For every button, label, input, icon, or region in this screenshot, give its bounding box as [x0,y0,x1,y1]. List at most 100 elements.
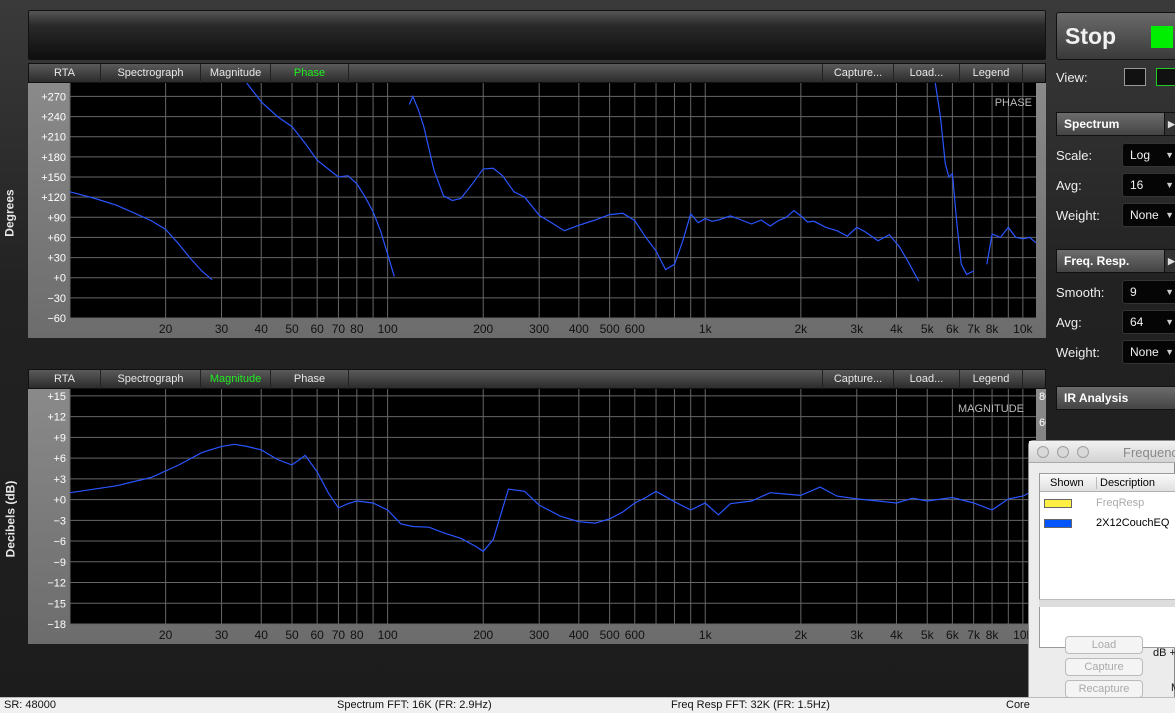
capture-button[interactable]: Capture... [822,64,894,83]
plot-area [70,83,1036,318]
y-tick-label: −3 [53,515,66,527]
x-tick-label: 70 [332,628,346,642]
x-tick-label: 200 [473,628,493,642]
x-tick-label: 8k [986,628,1000,642]
tab-magnitude[interactable]: Magnitude [201,370,271,389]
freq-resp-header-label: Freq. Resp. [1064,254,1130,268]
phase-plot-frame: −60 −30 +0 +30 +60 +90 +120 +150 +180 +210 +240 +27… [28,83,1046,338]
close-icon[interactable] [1037,446,1049,458]
m-label: M [1171,682,1175,694]
x-tick-label: 200 [473,322,493,336]
status-bar: SR: 48000 Spectrum FFT: 16K (FR: 2.9Hz) … [0,697,1175,713]
series-color-swatch[interactable] [1044,499,1072,508]
series-color-swatch[interactable] [1044,519,1072,528]
avg-label: Avg: [1056,178,1082,193]
legend-row[interactable]: FreqResp [1040,494,1175,514]
chart-corner-label: MAGNITUDE [958,403,1024,415]
load-button[interactable]: Load... [894,64,960,83]
core-info: Core [1006,699,1030,711]
y-tick-label: +240 [41,112,66,124]
smooth-label: Smooth: [1056,285,1105,300]
legend-button[interactable]: Legend [960,370,1023,389]
freq-resp-avg-select[interactable]: 64 ▼ [1122,310,1175,334]
column-description[interactable]: Description [1096,477,1155,489]
zoom-icon[interactable] [1077,446,1089,458]
y-tick-label: +120 [41,192,66,204]
legend-table-header: Shown Description [1040,474,1175,492]
tab-rta[interactable]: RTA [29,64,101,83]
load-legend-button[interactable]: Load [1065,636,1143,654]
expand-arrow-icon[interactable]: ▶ [1164,250,1175,272]
smooth-value: 9 [1130,285,1137,299]
recapture-button[interactable]: Recapture [1065,680,1143,698]
app-window: RTA Spectrograph Magnitude Phase Capture… [0,0,1175,713]
scale-value: Log [1130,148,1151,162]
x-tick-label: 3k [850,628,864,642]
y-tick-label: +6 [53,453,66,465]
overview-strip[interactable] [28,10,1046,60]
x-tick-label: 2k [795,628,809,642]
x-tick-label: 500 [600,322,620,336]
tab-rta[interactable]: RTA [29,370,101,389]
x-tick-label: 6k [946,628,960,642]
y-tick-label: +90 [47,212,66,224]
legend-window-titlebar[interactable]: Frequenc [1029,441,1175,463]
ir-analysis-section-header[interactable]: IR Analysis [1056,386,1175,410]
x-tick-label: 80 [350,322,364,336]
legend-row[interactable]: 2X12CouchEQ [1040,514,1175,534]
y-tick-label: −9 [53,557,66,569]
x-tick-label: 5k [921,628,935,642]
freq-resp-section-header[interactable]: Freq. Resp. ▶ [1056,249,1175,273]
tab-phase[interactable]: Phase [271,64,349,83]
freq-resp-weight-select[interactable]: None ▼ [1122,340,1175,364]
legend-table: Shown Description FreqResp 2X12CouchEQ [1039,473,1175,648]
phase-tabbar: RTA Spectrograph Magnitude Phase Capture… [28,63,1046,83]
legend-button[interactable]: Legend [960,64,1023,83]
db-label: dB + [1153,647,1175,659]
chevron-down-icon: ▼ [1165,317,1174,327]
spectrum-weight-select[interactable]: None ▼ [1122,203,1175,227]
x-tick-label: 300 [529,322,549,336]
tab-phase[interactable]: Phase [271,370,349,389]
single-view-icon[interactable] [1124,68,1146,86]
stop-label: Stop [1065,23,1117,49]
tab-spectrograph[interactable]: Spectrograph [101,370,201,389]
x-tick-label: 6k [946,322,960,336]
y-tick-label: +0 [53,273,66,285]
x-tick-label: 500 [600,628,620,642]
magnitude-chart[interactable]: −18 −15 −12 −9 −6 −3 +0 +3 +6 +9 +12 +15 20 30 40 50 60 7… [28,389,1046,644]
capture-button[interactable]: Capture... [822,370,894,389]
expand-arrow-icon[interactable]: ▶ [1164,113,1175,135]
load-button[interactable]: Load... [894,370,960,389]
phase-ylabel: Degrees [2,189,17,237]
smooth-select[interactable]: 9 ▼ [1122,280,1175,304]
tab-spectrograph[interactable]: Spectrograph [101,64,201,83]
minimize-icon[interactable] [1057,446,1069,458]
y-tick-label: +30 [47,253,66,265]
ir-analysis-label: IR Analysis [1064,391,1129,405]
series-name: FreqResp [1096,497,1145,509]
spectrum-fft-info: Spectrum FFT: 16K (FR: 2.9Hz) [337,699,492,711]
chevron-down-icon: ▼ [1165,210,1174,220]
scale-select[interactable]: Log ▼ [1122,143,1175,167]
spectrum-section-header[interactable]: Spectrum ▶ [1056,112,1175,136]
stop-button[interactable]: Stop [1056,12,1175,60]
scale-label: Scale: [1056,148,1093,163]
split-view-icon[interactable] [1156,68,1175,86]
y-tick-label: −60 [47,313,66,325]
tab-magnitude[interactable]: Magnitude [201,64,271,83]
avg-label: Avg: [1056,315,1082,330]
capture-legend-button[interactable]: Capture [1065,658,1143,676]
x-tick-label: 30 [215,322,229,336]
x-tick-label: 80 [350,628,364,642]
chart-corner-label: PHASE [995,97,1032,109]
weight-label: Weight: [1056,208,1100,223]
horizontal-scrollbar[interactable] [1039,599,1175,607]
x-tick-label: 20 [159,322,173,336]
x-tick-label: 5k [921,322,935,336]
spectrum-avg-select[interactable]: 16 ▼ [1122,173,1175,197]
phase-chart[interactable]: −60 −30 +0 +30 +60 +90 +120 +150 +180 +210 +240 +27… [28,83,1046,338]
x-tick-label: 400 [569,628,589,642]
column-shown[interactable]: Shown [1050,477,1084,489]
x-tick-label: 50 [285,628,299,642]
